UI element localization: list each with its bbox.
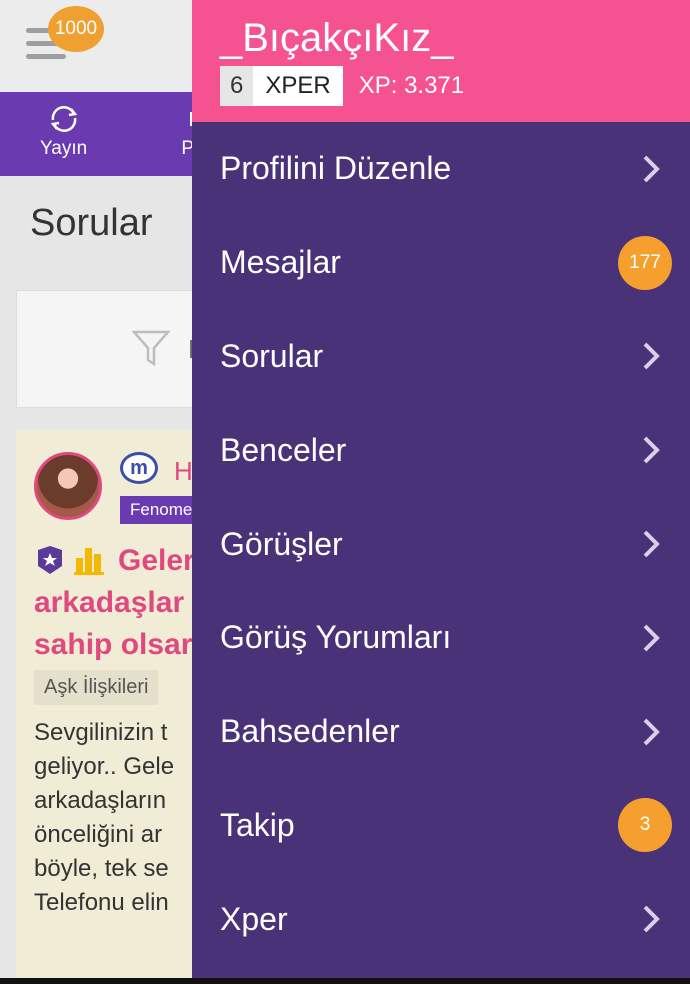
chevron-right-icon: [643, 718, 660, 746]
m-icon: m: [120, 452, 158, 484]
menu-item-label: Görüş Yorumları: [220, 619, 452, 656]
navigation-drawer: _BıçakçıKız_ 6 XPER XP: 3.371 Profilini …: [192, 0, 690, 984]
menu-item-mesajlar[interactable]: Mesajlar 177: [192, 216, 690, 310]
menu-item-label: Xper: [220, 900, 288, 937]
topic-tag[interactable]: Aşk İlişkileri: [34, 670, 159, 705]
menu-item-label: Bahsedenler: [220, 713, 400, 750]
chevron-right-icon: [643, 343, 660, 370]
bottom-edge: [0, 978, 690, 984]
nav-label-yayin: Yayın: [40, 138, 88, 159]
rank-badge: Fenome: [120, 496, 203, 524]
menu-item-sorular[interactable]: Sorular: [192, 310, 690, 404]
rank-label: XPER: [253, 66, 343, 106]
page-title: Sorular: [30, 202, 153, 244]
author-name[interactable]: H: [174, 456, 193, 487]
menu-item-label: Görüşler: [220, 525, 343, 562]
menu-item-bahsedenler[interactable]: Bahsedenler: [192, 685, 690, 779]
menu-item-label: Benceler: [220, 431, 347, 468]
chevron-right-icon: [643, 905, 660, 933]
drawer-menu: Profilini Düzenle Mesajlar 177 Sorular B…: [192, 122, 690, 966]
chevron-right-icon: [643, 530, 660, 558]
chevron-right-icon: [643, 436, 660, 464]
menu-item-label: Sorular: [220, 337, 324, 374]
nav-item-yayin[interactable]: Yayın: [40, 104, 87, 160]
drawer-header: _BıçakçıKız_ 6 XPER XP: 3.371: [192, 0, 690, 122]
filter-icon[interactable]: [132, 328, 170, 368]
menu-item-xper[interactable]: Xper: [192, 872, 690, 966]
question-title-line: Geler: [118, 544, 195, 577]
menu-item-takip[interactable]: Takip 3: [192, 779, 690, 873]
menu-item-profilini-duzenle[interactable]: Profilini Düzenle: [192, 122, 690, 216]
messages-count-badge: 177: [618, 235, 672, 290]
menu-item-label: Mesajlar: [220, 244, 341, 281]
xp-row: 6 XPER XP: 3.371: [220, 66, 464, 106]
coins-badge: 1000: [48, 6, 104, 52]
follow-count-badge: 3: [618, 798, 672, 853]
menu-item-gorusler[interactable]: Görüşler: [192, 497, 690, 591]
chevron-right-icon: [643, 624, 660, 652]
username[interactable]: _BıçakçıKız_: [220, 16, 453, 61]
refresh-icon: [50, 106, 77, 132]
xp-points: XP: 3.371: [358, 72, 465, 99]
menu-item-gorus-yorumlari[interactable]: Görüş Yorumları: [192, 591, 690, 685]
menu-item-benceler[interactable]: Benceler: [192, 403, 690, 497]
menu-item-label: Takip: [220, 806, 295, 843]
avatar[interactable]: [34, 452, 102, 520]
menu-item-label: Profilini Düzenle: [220, 150, 452, 187]
chevron-right-icon: [643, 155, 660, 183]
level-number: 6: [220, 66, 254, 106]
